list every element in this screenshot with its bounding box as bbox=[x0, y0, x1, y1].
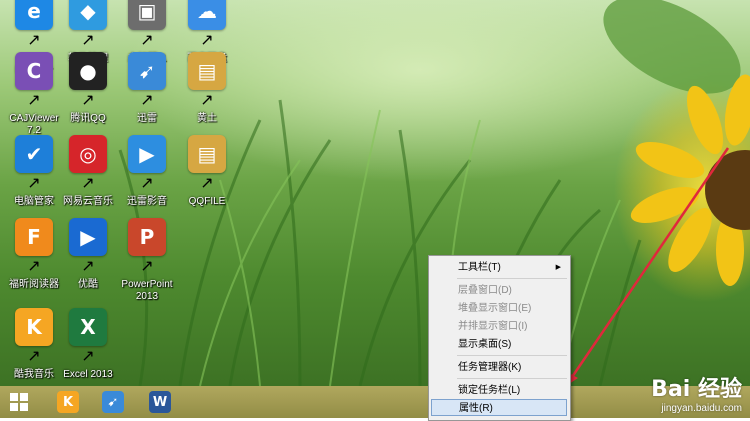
desktop-icon-label: Excel 2013 bbox=[63, 369, 113, 380]
shortcut-arrow-icon: ↗ bbox=[27, 258, 41, 275]
desktop-icon[interactable]: P ↗ PowerPoint 2013 bbox=[115, 218, 179, 303]
xunlei-icon: ➹ bbox=[102, 391, 124, 413]
taskbar-pinned-app[interactable]: W bbox=[140, 387, 180, 417]
app-icon: ● bbox=[69, 52, 107, 90]
menu-item-label: 层叠窗口(D) bbox=[458, 285, 512, 296]
app-icon: P bbox=[128, 218, 166, 256]
desktop-icon[interactable]: ▤ ↗ QQFILE bbox=[175, 135, 239, 208]
kuwo-music-icon: K bbox=[57, 391, 79, 413]
shortcut-arrow-icon: ↗ bbox=[81, 258, 95, 275]
shortcut-arrow-icon: ↗ bbox=[200, 175, 214, 192]
app-icon: ◆ bbox=[69, 0, 107, 30]
app-icon: C bbox=[15, 52, 53, 90]
taskbar[interactable]: K ➹ W bbox=[0, 386, 750, 418]
shortcut-arrow-icon: ↗ bbox=[140, 258, 154, 275]
menu-item[interactable]: 属性(R) bbox=[431, 399, 567, 416]
menu-item-label: 堆叠显示窗口(E) bbox=[458, 303, 532, 314]
submenu-arrow-icon: ▶ bbox=[555, 264, 561, 271]
shortcut-arrow-icon: ↗ bbox=[27, 348, 41, 365]
app-icon: e bbox=[15, 0, 53, 30]
menu-item[interactable]: 堆叠显示窗口(E) bbox=[431, 300, 567, 317]
app-icon: ✔ bbox=[15, 135, 53, 173]
windows-logo-icon bbox=[10, 393, 28, 411]
menu-item-label: 工具栏(T) bbox=[458, 262, 501, 273]
shortcut-arrow-icon: ↗ bbox=[81, 175, 95, 192]
menu-separator bbox=[457, 378, 567, 379]
menu-item-label: 显示桌面(S) bbox=[458, 339, 512, 350]
app-icon: ▶ bbox=[69, 218, 107, 256]
shortcut-arrow-icon: ↗ bbox=[200, 32, 214, 49]
baidu-jingyan-watermark: Bai 经验 jingyan.baidu.com bbox=[651, 371, 742, 414]
shortcut-arrow-icon: ↗ bbox=[81, 348, 95, 365]
taskbar-pinned-app[interactable]: ➹ bbox=[93, 387, 133, 417]
app-icon: ▶ bbox=[128, 135, 166, 173]
shortcut-arrow-icon: ↗ bbox=[140, 175, 154, 192]
start-button[interactable] bbox=[4, 387, 34, 417]
sunflower-illustration bbox=[603, 0, 750, 286]
menu-item-label: 锁定任务栏(L) bbox=[458, 385, 521, 396]
watermark-brand: Bai 经验 bbox=[651, 377, 742, 402]
desktop-icon-label: 迅雷影音 bbox=[127, 196, 167, 207]
desktop-icon[interactable]: ▶ ↗ 迅雷影音 bbox=[115, 135, 179, 208]
taskbar-pinned-app[interactable]: K bbox=[48, 387, 88, 417]
app-icon: ▤ bbox=[188, 52, 226, 90]
menu-item[interactable]: 并排显示窗口(I) bbox=[431, 318, 567, 335]
shortcut-arrow-icon: ↗ bbox=[81, 32, 95, 49]
desktop-icon-label: 腾讯QQ bbox=[70, 113, 106, 124]
menu-item-label: 任务管理器(K) bbox=[458, 362, 522, 373]
app-icon: ▤ bbox=[188, 135, 226, 173]
app-icon: K bbox=[15, 308, 53, 346]
desktop-icon-label: 优酷 bbox=[78, 279, 98, 290]
shortcut-arrow-icon: ↗ bbox=[81, 92, 95, 109]
menu-item[interactable]: 任务管理器(K) bbox=[431, 359, 567, 376]
app-icon: ☁ bbox=[188, 0, 226, 30]
app-icon: ▣ bbox=[128, 0, 166, 30]
desktop-icon[interactable]: ● ↗ 腾讯QQ bbox=[56, 52, 120, 125]
desktop-icon[interactable]: ▤ ↗ 黄土 bbox=[175, 52, 239, 125]
shortcut-arrow-icon: ↗ bbox=[27, 92, 41, 109]
menu-item[interactable]: 显示桌面(S) bbox=[431, 336, 567, 353]
taskbar-context-menu: 工具栏(T) ▶ 层叠窗口(D) 堆叠显示窗口(E) 并排显示窗口(I) 显示桌面(S) 任… bbox=[428, 255, 571, 421]
menu-item[interactable]: 锁定任务栏(L) bbox=[431, 382, 567, 399]
menu-item-label: 并排显示窗口(I) bbox=[458, 321, 528, 332]
word-icon: W bbox=[149, 391, 171, 413]
desktop-icon-label: 网易云音乐 bbox=[63, 196, 113, 207]
desktop-icon[interactable]: ➹ ↗ 迅雷 bbox=[115, 52, 179, 125]
desktop-icon[interactable]: X ↗ Excel 2013 bbox=[56, 308, 120, 381]
menu-item[interactable]: 层叠窗口(D) bbox=[431, 282, 567, 299]
menu-separator bbox=[457, 278, 567, 279]
shortcut-arrow-icon: ↗ bbox=[27, 32, 41, 49]
menu-separator bbox=[457, 355, 567, 356]
watermark-url: jingyan.baidu.com bbox=[661, 403, 742, 414]
app-icon: X bbox=[69, 308, 107, 346]
desktop-icon-label: PowerPoint 2013 bbox=[121, 279, 173, 302]
desktop-icon-label: 迅雷 bbox=[137, 113, 157, 124]
shortcut-arrow-icon: ↗ bbox=[140, 32, 154, 49]
menu-item[interactable]: 工具栏(T) ▶ bbox=[431, 259, 567, 276]
app-icon: ➹ bbox=[128, 52, 166, 90]
shortcut-arrow-icon: ↗ bbox=[140, 92, 154, 109]
desktop-icon[interactable]: ◎ ↗ 网易云音乐 bbox=[56, 135, 120, 208]
menu-item-label: 属性(R) bbox=[459, 403, 493, 414]
desktop-icon[interactable]: ▶ ↗ 优酷 bbox=[56, 218, 120, 291]
shortcut-arrow-icon: ↗ bbox=[200, 92, 214, 109]
shortcut-arrow-icon: ↗ bbox=[27, 175, 41, 192]
desktop-icon-label: 黄土 bbox=[197, 113, 217, 124]
desktop-icon-label: QQFILE bbox=[188, 196, 226, 207]
app-icon: ◎ bbox=[69, 135, 107, 173]
app-icon: F bbox=[15, 218, 53, 256]
